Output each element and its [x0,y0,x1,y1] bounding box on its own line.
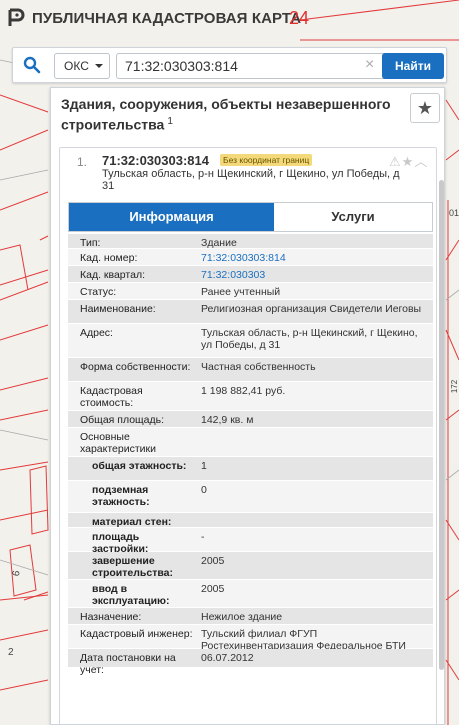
warning-icon[interactable]: ⚠ [389,154,401,169]
attribute-value: Здание [201,237,237,249]
attribute-label: Адрес: [80,327,113,339]
attribute-label: подземная этажность: [92,484,150,508]
attribute-row: Назначение: Нежилое здание [68,608,433,625]
attribute-label: ввод в эксплуатацию: [92,583,170,607]
attribute-link[interactable]: 71:32:030303:814 [201,252,426,264]
star-icon[interactable]: ★ [402,154,414,169]
attribute-row: Адрес: Тульская область, р-н Щекинский, г… [68,324,433,358]
tab-information[interactable]: Информация [69,203,274,231]
chevron-down-icon [95,64,103,68]
attribute-label: Статус: [80,286,117,298]
app-header: ПУБЛИЧНАЯ КАДАСТРОВАЯ КАРТА 24 [0,0,459,40]
attribute-row: Тип: Здание [68,234,433,249]
search-bar: ОКС × Найти [12,47,447,83]
attribute-row: ввод в эксплуатацию: 2005 [68,580,433,608]
chevron-up-icon[interactable]: ︿ [414,154,427,169]
attribute-value: 142,9 кв. м [201,414,254,426]
object-type-select[interactable]: ОКС [54,53,110,79]
search-input[interactable] [116,53,390,79]
attribute-row: Статус: Ранее учтенный [68,283,433,300]
attribute-label: Общая площадь: [80,414,165,426]
attribute-value: 0 [201,484,207,496]
attribute-value: 06.07.2012 [201,652,254,664]
panel-title: Здания, сооружения, объекты незавершенно… [61,96,401,134]
close-icon[interactable]: × [365,57,374,73]
favorite-button[interactable]: ★ [410,93,440,123]
attribute-row: Кад. номер: 71:32:030303:814 [68,249,433,266]
attribute-row: Форма собственности: Частная собственност… [68,358,433,382]
attribute-value: Частная собственность [201,361,316,373]
attribute-row: завершение строительства: 2005 [68,552,433,580]
attribute-value: Нежилое здание [201,611,283,623]
attribute-label: Тип: [80,237,101,249]
attribute-row: Кад. квартал: 71:32:030303 [68,266,433,283]
attribute-row: Кадастровая стоимость: 1 198 882,41 руб. [68,382,433,411]
attribute-row: Общая площадь: 142,9 кв. м [68,411,433,428]
attribute-label: Основные характеристики [80,431,156,455]
map-label: 2 [8,647,14,658]
attribute-label: Кад. номер: [80,252,138,264]
attribute-label: завершение строительства: [92,555,174,579]
attribute-row: Кадастровый инженер: Тульский филиал ФГУП… [68,625,433,652]
attribute-value: - [201,531,205,543]
star-icon: ★ [416,98,434,118]
attribute-label: Назначение: [80,611,142,623]
attribute-row: Наименование: Религиозная организация Сви… [68,300,433,324]
attribute-row: общая этажность: 1 [68,457,433,481]
scrollbar[interactable] [439,180,444,670]
results-panel: Здания, сооружения, объекты незавершенно… [50,87,445,725]
attribute-label: Дата постановки на учет: [80,652,176,676]
tab-services[interactable]: Услуги [274,203,432,231]
attribute-label: общая этажность: [92,460,187,472]
attribute-label: Кадастровая стоимость: [80,385,143,409]
attribute-value: 1 [201,460,207,472]
attribute-value: 2005 [201,583,225,595]
result-count: 1 [167,116,173,127]
app-title: ПУБЛИЧНАЯ КАДАСТРОВАЯ КАРТА [32,10,302,27]
attribute-row: подземная этажность: 0 [68,481,433,513]
object-card: 1. 71:32:030303:814 Без координат границ… [59,147,437,724]
attribute-value: 2005 [201,555,225,567]
status-badge: Без координат границ [220,154,313,166]
card-index: 1. [77,155,88,169]
attribute-link[interactable]: 71:32:030303 [201,269,426,281]
panel-title-text: Здания, сооружения, объекты незавершенно… [61,96,391,133]
object-type-value: ОКС [64,59,89,73]
attribute-label: Форма собственности: [80,361,191,373]
attribute-label: Кад. квартал: [80,269,145,281]
attribute-row: материал стен: [68,513,433,528]
attribute-value: Религиозная организация Свидетели Иеговы [201,303,422,315]
attribute-row: площадь застройки: - [68,528,433,555]
attribute-label: Кадастровый инженер: [80,628,193,640]
card-address: Тульская область, р-н Щекинский, г Щекин… [102,168,400,192]
card-cadastral-number[interactable]: 71:32:030303:814 [102,153,209,168]
attribute-value: Ранее учтенный [201,286,281,298]
card-tabs: Информация Услуги [68,202,433,232]
search-icon[interactable] [23,56,41,74]
attribute-row: Основные характеристики [68,428,433,457]
map-label: 01 [449,208,459,218]
attribute-row: Дата постановки на учет: 06.07.2012 [68,649,433,676]
attribute-value: Тульская область, р-н Щекинский, г Щекин… [201,327,418,351]
attribute-label: материал стен: [92,516,172,528]
attribute-label: Наименование: [80,303,156,315]
find-button[interactable]: Найти [382,53,444,79]
map-label: 172 [450,379,459,394]
logo-icon[interactable] [8,8,26,28]
map-overlay-number: 24 [289,8,310,28]
attributes-table: Тип: Здание Кад. номер: 71:32:030303:814 Кад… [68,234,433,676]
attribute-value: 1 198 882,41 руб. [201,385,286,397]
